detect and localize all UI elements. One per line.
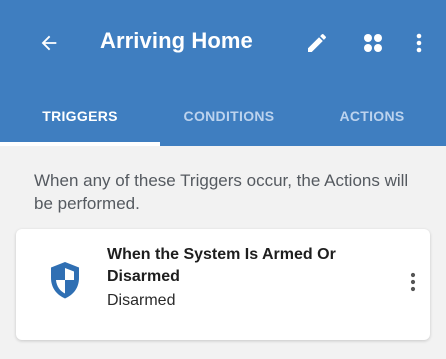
tab-conditions[interactable]: CONDITIONS bbox=[160, 86, 298, 146]
app-bar: Arriving Home TRIGGERS CONDITIONS ACTION… bbox=[0, 0, 446, 146]
tab-bar: TRIGGERS CONDITIONS ACTIONS bbox=[0, 86, 446, 146]
tab-actions[interactable]: ACTIONS bbox=[298, 86, 446, 146]
toolbar: Arriving Home bbox=[0, 0, 446, 86]
trigger-title: When the System Is Armed Or Disarmed bbox=[107, 246, 336, 285]
back-button[interactable] bbox=[29, 23, 69, 63]
edit-pencil-icon bbox=[308, 33, 327, 52]
triggers-description: When any of these Triggers occur, the Ac… bbox=[34, 171, 409, 213]
grid-button[interactable] bbox=[353, 23, 393, 63]
trigger-more-button[interactable] bbox=[402, 265, 424, 299]
trigger-card[interactable]: When the System Is Armed Or Disarmed Dis… bbox=[16, 229, 430, 340]
edit-button[interactable] bbox=[297, 23, 337, 63]
grid-icon bbox=[364, 34, 382, 52]
back-arrow-icon bbox=[41, 35, 57, 51]
tab-triggers[interactable]: TRIGGERS bbox=[0, 86, 160, 146]
more-vert-icon bbox=[416, 33, 422, 53]
tab-indicator bbox=[0, 142, 160, 146]
overflow-menu-button[interactable] bbox=[404, 23, 434, 63]
shield-icon bbox=[51, 262, 79, 299]
trigger-subtitle: Disarmed bbox=[107, 292, 176, 309]
page-title: Arriving Home bbox=[100, 28, 253, 53]
more-vert-icon bbox=[410, 272, 416, 292]
